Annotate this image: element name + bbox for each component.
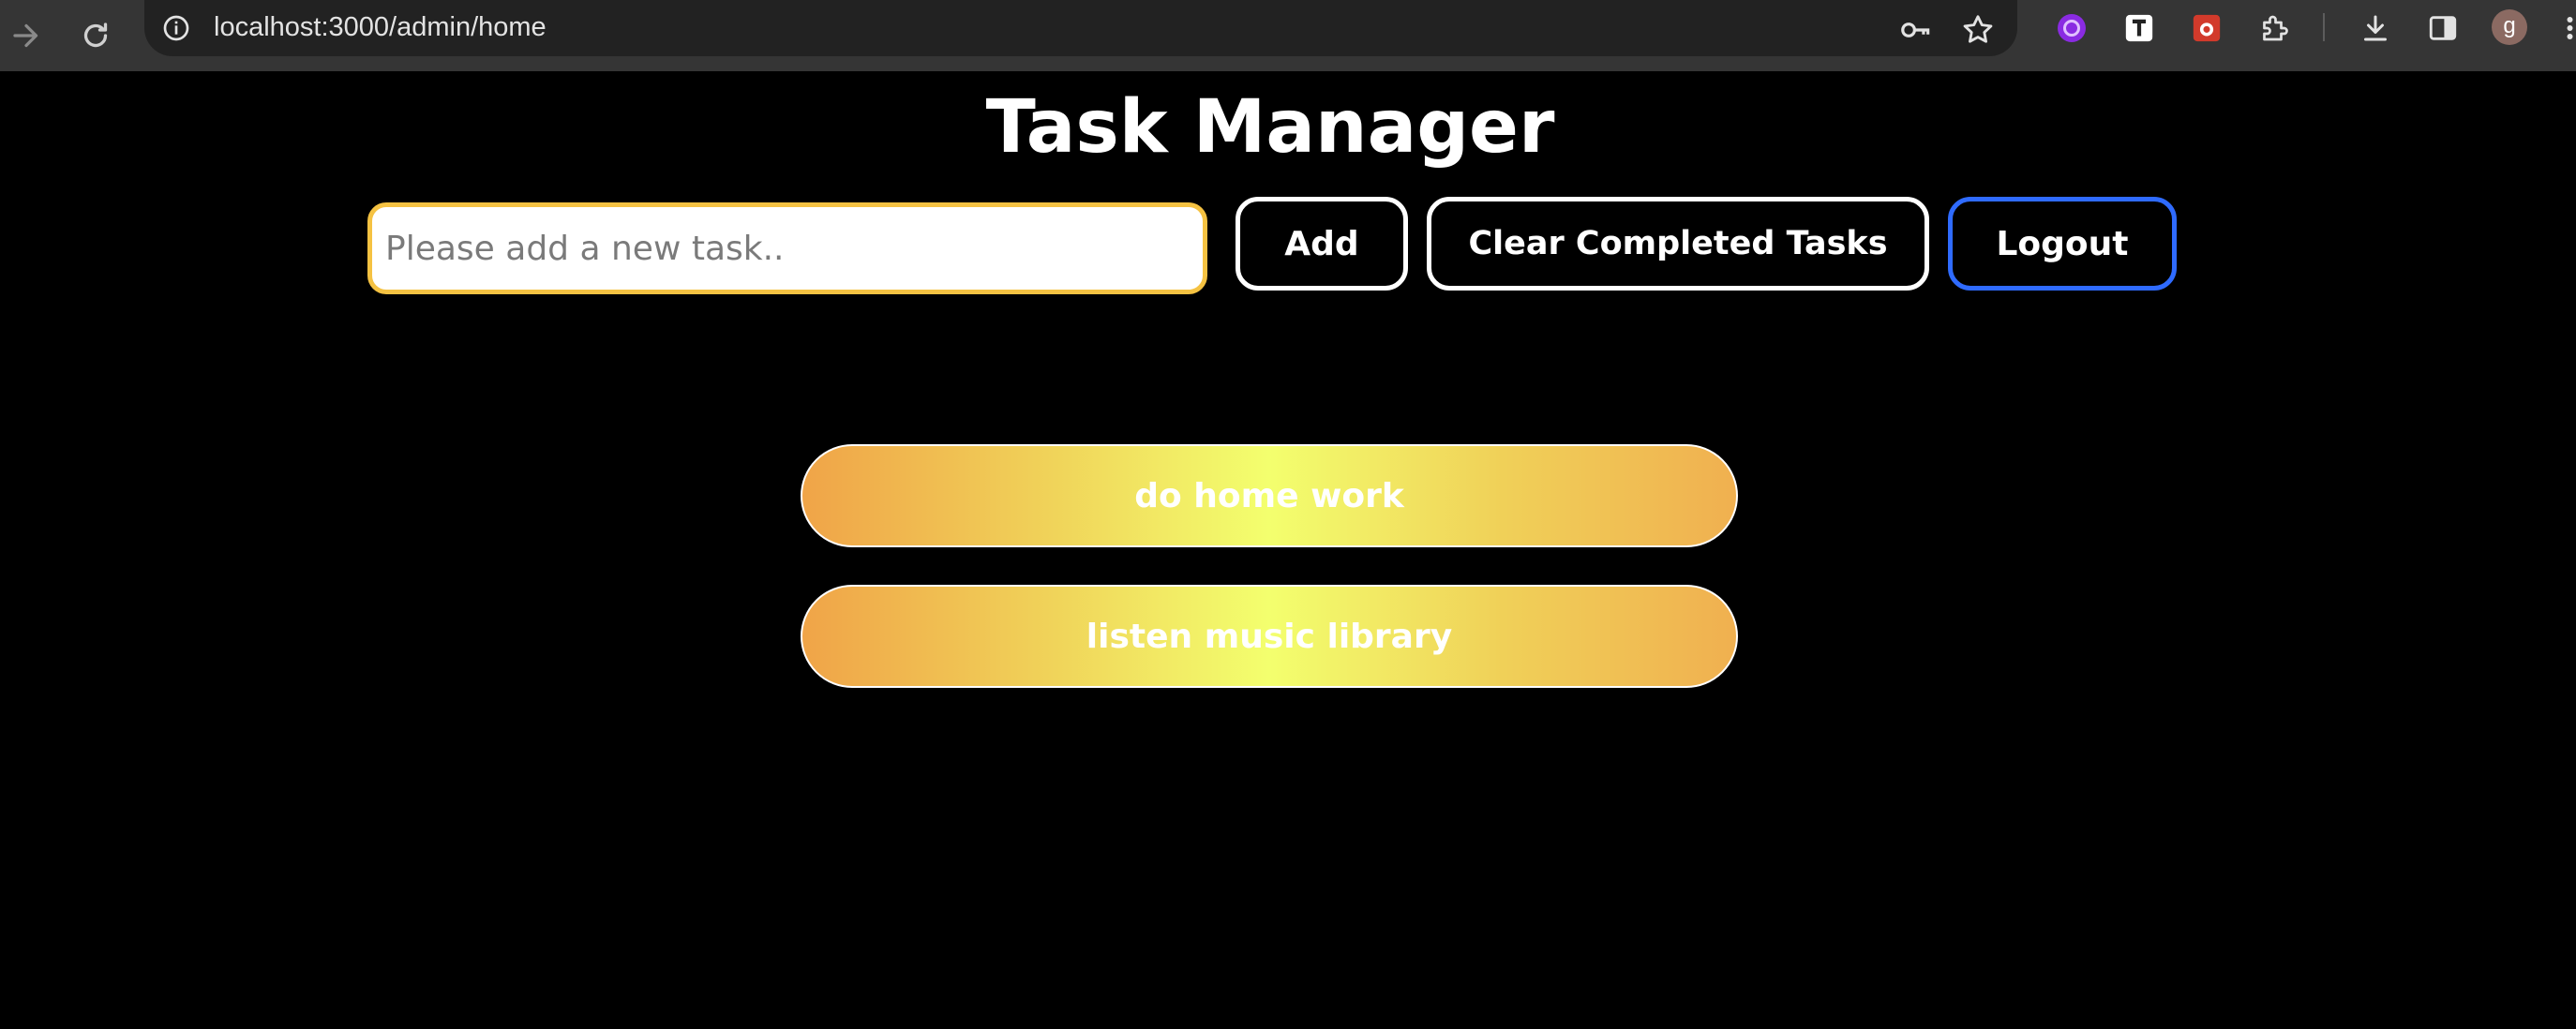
info-icon[interactable]	[161, 13, 191, 43]
address-url[interactable]: localhost:3000/admin/home	[214, 9, 547, 45]
puzzle-icon[interactable]	[2255, 9, 2293, 47]
sidepanel-icon[interactable]	[2424, 9, 2462, 47]
download-icon[interactable]	[2357, 9, 2394, 47]
toolbar-divider	[2323, 13, 2325, 41]
reload-icon[interactable]	[69, 9, 122, 62]
logout-button[interactable]: Logout	[1948, 197, 2177, 291]
clear-completed-button[interactable]: Clear Completed Tasks	[1427, 197, 1929, 291]
profile-avatar[interactable]: g	[2492, 9, 2527, 45]
new-task-input[interactable]	[367, 202, 1207, 294]
more-icon[interactable]	[2550, 11, 2576, 45]
extension-t-icon[interactable]	[2120, 9, 2158, 47]
address-bar[interactable]: localhost:3000/admin/home	[144, 0, 2017, 56]
bookmark-star-icon[interactable]	[1959, 11, 1997, 49]
key-icon[interactable]	[1897, 11, 1935, 49]
extension-red-icon[interactable]	[2188, 9, 2225, 47]
extension-purple-icon[interactable]	[2053, 9, 2090, 47]
browser-toolbar: localhost:3000/admin/home g	[0, 0, 2576, 71]
forward-icon[interactable]	[0, 9, 52, 62]
task-item[interactable]: listen music library	[801, 585, 1738, 688]
page-title: Task Manager	[985, 85, 1555, 170]
task-item[interactable]: do home work	[801, 444, 1738, 547]
add-button[interactable]: Add	[1236, 197, 1408, 291]
